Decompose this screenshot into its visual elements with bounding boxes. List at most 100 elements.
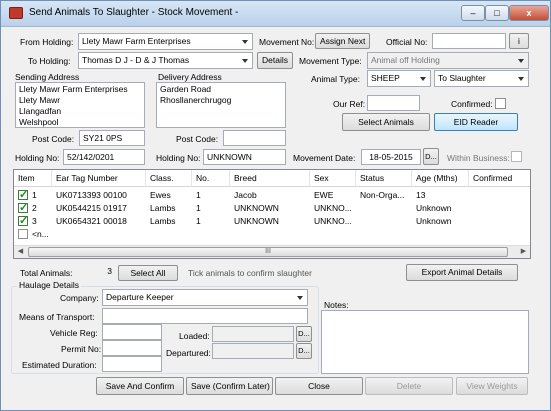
our-ref-field[interactable] [367, 95, 420, 111]
departured-label: Departured: [166, 348, 211, 358]
total-animals-value: 3 [79, 264, 115, 280]
means-of-transport-field[interactable] [102, 308, 308, 324]
cell-class: Lambs [150, 216, 176, 226]
official-no-field[interactable] [432, 33, 506, 49]
cell-sex: UNKNO... [314, 203, 352, 213]
loaded-date-picker-button[interactable]: D... [296, 326, 312, 342]
haulage-details-label: Haulage Details [17, 280, 82, 290]
check-icon[interactable]: ✓ [18, 216, 28, 227]
cell-age: Unknown [416, 216, 452, 226]
movement-date-picker-button[interactable]: D... [423, 148, 439, 165]
column-header-status[interactable]: Status [356, 170, 412, 187]
column-header-no[interactable]: No. [192, 170, 230, 187]
assign-next-button[interactable]: Assign Next [315, 33, 370, 49]
company-select[interactable]: Departure Keeper [102, 289, 308, 306]
animal-type-select[interactable]: SHEEP [367, 70, 431, 87]
within-business-checkbox[interactable] [511, 151, 522, 162]
eid-reader-button[interactable]: EID Reader [434, 113, 518, 131]
new-row[interactable]: <n... [14, 228, 530, 241]
estimated-duration-field[interactable] [102, 356, 162, 372]
movement-type-value: Animal off Holding [371, 55, 440, 65]
table-row[interactable]: ✓ 2 UK0544215 01917 Lambs 1 UNKNOWN UNKN… [14, 202, 530, 215]
animals-grid[interactable]: Item Ear Tag Number Class. No. Breed Sex… [13, 169, 531, 259]
details-button[interactable]: Details [257, 52, 293, 69]
loaded-field[interactable] [212, 326, 294, 342]
chevron-down-icon [297, 296, 303, 300]
cell-breed: Jacob [234, 190, 257, 200]
close-button[interactable]: Close [275, 377, 363, 395]
save-and-confirm-button[interactable]: Save And Confirm [96, 377, 184, 395]
from-holding-select[interactable]: Llety Mawr Farm Enterprises [78, 33, 253, 50]
animal-type-value: SHEEP [371, 73, 400, 83]
movement-date-field[interactable]: 18-05-2015 [361, 149, 421, 165]
delivery-holding-no-field[interactable]: UNKNOWN [203, 149, 286, 165]
company-value: Departure Keeper [106, 292, 174, 302]
column-header-item[interactable]: Item [14, 170, 52, 187]
grid-horizontal-scrollbar[interactable]: ◀ III ▶ [14, 245, 530, 258]
to-holding-select[interactable]: Thomas D J - D & J Thomas [78, 52, 253, 69]
scroll-right-arrow-icon[interactable]: ▶ [517, 246, 530, 258]
app-icon [9, 7, 23, 19]
departured-date-picker-button[interactable]: D... [296, 343, 312, 359]
notes-field[interactable] [321, 310, 529, 374]
departured-field[interactable] [212, 343, 294, 359]
delete-button[interactable]: Delete [365, 377, 453, 395]
scroll-left-arrow-icon[interactable]: ◀ [14, 246, 27, 258]
to-holding-label: To Holding: [28, 56, 71, 66]
sending-holding-no-field[interactable]: 52/142/0201 [63, 149, 145, 165]
column-header-sex[interactable]: Sex [310, 170, 356, 187]
table-row[interactable]: ✓ 3 UK0654321 00018 Lambs 1 UNKNOWN UNKN… [14, 215, 530, 228]
save-confirm-later-button[interactable]: Save (Confirm Later) [186, 377, 273, 395]
chevron-down-icon [518, 59, 524, 63]
confirmed-checkbox[interactable] [495, 98, 506, 109]
vehicle-reg-field[interactable] [102, 324, 162, 340]
cell-no: 1 [196, 190, 201, 200]
view-weights-button[interactable]: View Weights [456, 377, 528, 395]
column-header-breed[interactable]: Breed [230, 170, 310, 187]
sending-address-label: Sending Address [15, 72, 80, 82]
sending-postcode-field[interactable]: SY21 0PS [79, 130, 145, 146]
column-header-confirmed[interactable]: Confirmed [469, 170, 530, 187]
delivery-postcode-label: Post Code: [176, 134, 219, 144]
movement-type-select[interactable]: Animal off Holding [367, 52, 529, 69]
means-of-transport-label: Means of Transport: [19, 312, 95, 322]
sending-address-field[interactable]: Llety Mawr Farm Enterprises Llety Mawr L… [15, 82, 145, 128]
select-animals-button[interactable]: Select Animals [342, 113, 430, 131]
movement-type-label: Movement Type: [299, 56, 362, 66]
column-header-age[interactable]: Age (Mths) [412, 170, 469, 187]
official-no-label: Official No: [386, 37, 428, 47]
destination-select[interactable]: To Slaughter [434, 70, 529, 87]
total-animals-label: Total Animals: [20, 268, 73, 278]
send-animals-window: Send Animals To Slaughter - Stock Moveme… [0, 0, 551, 411]
delivery-postcode-field[interactable] [223, 130, 286, 146]
delivery-address-field[interactable]: Garden Road Rhosllanerchrugog [156, 82, 286, 128]
table-row[interactable]: ✓ 1 UK0713393 00100 Ewes 1 Jacob EWE Non… [14, 189, 530, 202]
title-bar: Send Animals To Slaughter - Stock Moveme… [1, 1, 550, 27]
select-all-button[interactable]: Select All [118, 265, 178, 281]
destination-value: To Slaughter [438, 73, 486, 83]
cell-age: Unknown [416, 203, 452, 213]
company-label: Company: [60, 293, 99, 303]
permit-no-field[interactable] [102, 340, 162, 356]
scroll-thumb[interactable]: III [28, 247, 508, 257]
info-button[interactable]: i [509, 33, 529, 49]
cell-item: 3 [32, 216, 37, 226]
notes-label: Notes: [324, 300, 349, 310]
window-title: Send Animals To Slaughter - Stock Moveme… [29, 7, 239, 18]
check-icon[interactable]: ✓ [18, 190, 28, 201]
movement-no-label: Movement No: [259, 37, 315, 47]
column-header-class[interactable]: Class. [146, 170, 192, 187]
maximize-button[interactable]: □ [485, 5, 509, 21]
vehicle-reg-label: Vehicle Reg: [50, 328, 98, 338]
cell-item: 1 [32, 190, 37, 200]
close-window-button[interactable]: x [509, 5, 549, 21]
export-animal-details-button[interactable]: Export Animal Details [406, 264, 518, 281]
column-header-ear-tag[interactable]: Ear Tag Number [52, 170, 146, 187]
cell-ear-tag: UK0713393 00100 [56, 190, 127, 200]
cell-class: Lambs [150, 203, 176, 213]
minimize-button[interactable]: – [461, 5, 485, 21]
confirmed-label: Confirmed: [451, 99, 493, 109]
cell-status [356, 215, 412, 228]
empty-checkbox[interactable] [18, 229, 28, 239]
check-icon[interactable]: ✓ [18, 203, 28, 214]
